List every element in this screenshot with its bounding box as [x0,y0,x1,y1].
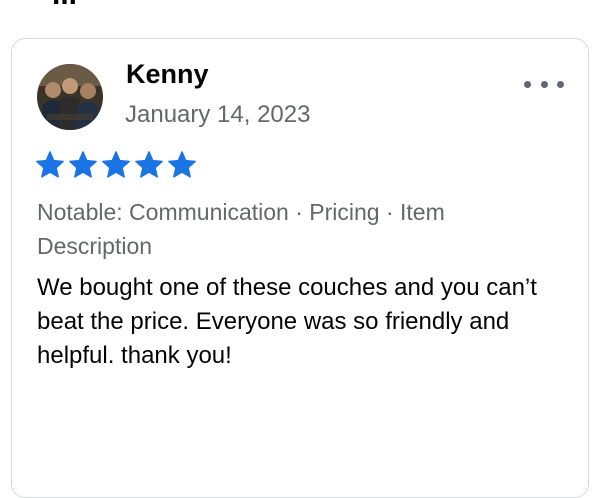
more-options-icon[interactable] [524,77,564,91]
star-icon [69,151,97,178]
star-icon [135,151,163,178]
review-date: January 14, 2023 [125,101,311,128]
star-icon [102,151,130,178]
review-text: We bought one of these couches and you c… [37,274,537,369]
dot [557,80,564,88]
dot [540,80,548,88]
star-icon [36,151,64,178]
star-icon [168,151,196,178]
avatar-photo [37,64,103,130]
avatar[interactable] [37,64,103,130]
star-rating [35,151,197,179]
reviewer-name[interactable]: Kenny [126,59,209,90]
notable-tags: Notable: Communication · Pricing · Item … [37,199,445,259]
dot [524,80,531,88]
review-card: Kenny January 14, 2023 Notable: Communic… [11,38,589,498]
section-heading-fragment: ... [52,0,77,12]
